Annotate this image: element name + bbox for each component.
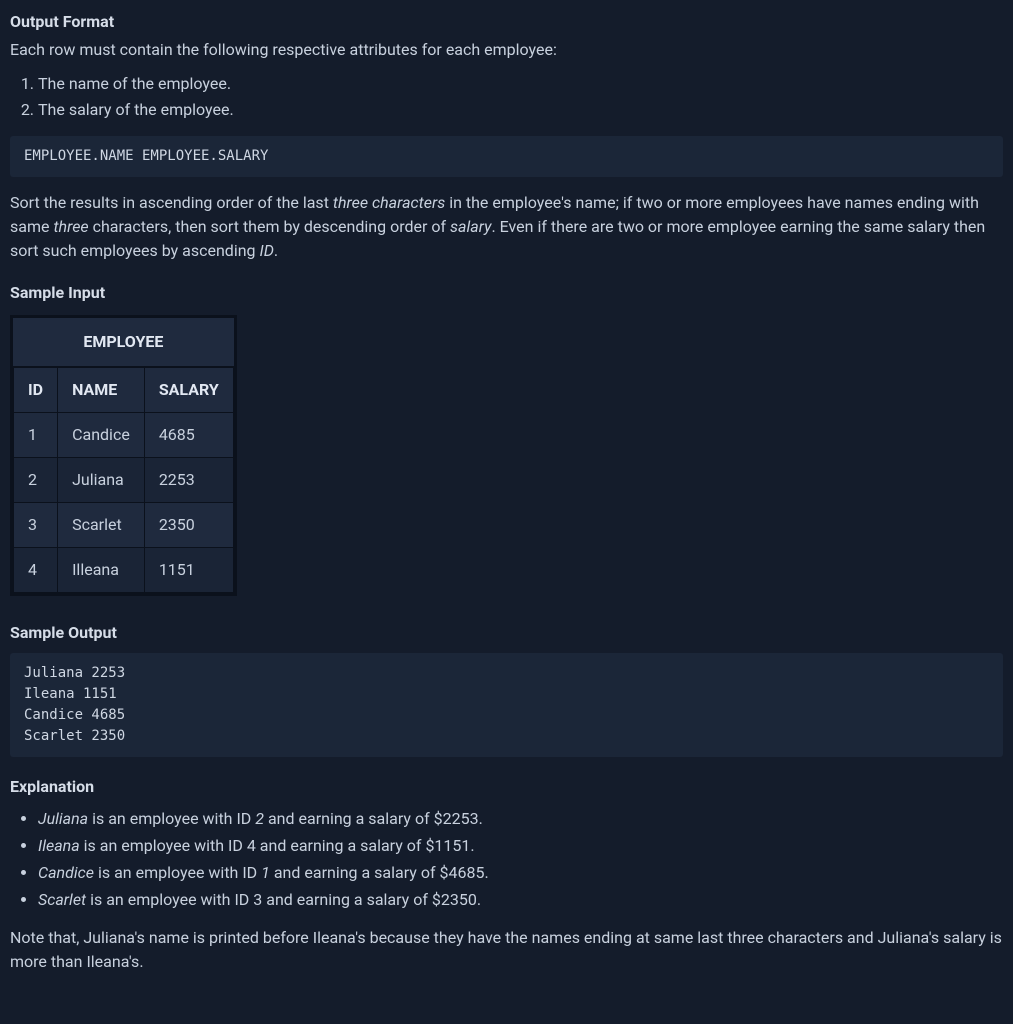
heading-sample-input: Sample Input: [10, 281, 1003, 305]
table-row: 4 Illeana 1151: [14, 548, 234, 593]
id-italic: 2: [255, 809, 264, 828]
heading-explanation: Explanation: [10, 775, 1003, 799]
italic-text: salary: [450, 217, 491, 236]
table-row: 2 Juliana 2253: [14, 458, 234, 503]
cell-salary: 2253: [144, 458, 233, 503]
employee-name-italic: Ileana: [38, 836, 80, 855]
list-item: Candice is an employee with ID 1 and ear…: [38, 861, 1003, 885]
table-body: 1 Candice 4685 2 Juliana 2253 3 Scarlet …: [14, 413, 234, 593]
list-item: Scarlet is an employee with ID 3 and ear…: [38, 888, 1003, 912]
cell-name: Illeana: [58, 548, 145, 593]
table-caption: EMPLOYEE: [13, 318, 234, 367]
table-row: 1 Candice 4685: [14, 413, 234, 458]
employee-name-italic: Candice: [38, 863, 94, 882]
cell-name: Scarlet: [58, 503, 145, 548]
output-format-code: EMPLOYEE.NAME EMPLOYEE.SALARY: [10, 136, 1003, 177]
output-format-intro: Each row must contain the following resp…: [10, 38, 1003, 62]
table-row: 3 Scarlet 2350: [14, 503, 234, 548]
text: is an employee with ID 3 and earning a s…: [86, 890, 481, 909]
text: and earning a salary of $4685.: [270, 863, 489, 882]
employee-name-italic: Scarlet: [38, 890, 86, 909]
italic-text: three: [53, 217, 88, 236]
col-id: ID: [14, 368, 58, 413]
cell-salary: 1151: [144, 548, 233, 593]
col-salary: SALARY: [144, 368, 233, 413]
sort-instructions: Sort the results in ascending order of t…: [10, 191, 1003, 263]
cell-name: Juliana: [58, 458, 145, 503]
table-header-row: ID NAME SALARY: [14, 368, 234, 413]
text: is an employee with ID: [88, 809, 255, 828]
cell-salary: 4685: [144, 413, 233, 458]
text: .: [274, 241, 278, 260]
employee-table: EMPLOYEE ID NAME SALARY 1 Candice 4685 2…: [13, 318, 234, 593]
cell-id: 4: [14, 548, 58, 593]
cell-name: Candice: [58, 413, 145, 458]
id-italic: 1: [261, 863, 270, 882]
heading-output-format: Output Format: [10, 10, 1003, 34]
problem-statement: Output Format Each row must contain the …: [0, 0, 1013, 1004]
sample-output-code: Juliana 2253 Ileana 1151 Candice 4685 Sc…: [10, 653, 1003, 757]
italic-text: three characters: [333, 193, 445, 212]
text: characters, then sort them by descending…: [89, 217, 450, 236]
list-item: Ileana is an employee with ID 4 and earn…: [38, 834, 1003, 858]
cell-id: 3: [14, 503, 58, 548]
employee-name-italic: Juliana: [38, 809, 88, 828]
italic-text: ID: [260, 241, 274, 260]
explanation-list: Juliana is an employee with ID 2 and ear…: [10, 807, 1003, 912]
list-item: The name of the employee.: [38, 72, 1003, 96]
col-name: NAME: [58, 368, 145, 413]
text: is an employee with ID: [94, 863, 261, 882]
explanation-note: Note that, Juliana's name is printed bef…: [10, 926, 1003, 974]
text: is an employee with ID 4 and earning a s…: [80, 836, 475, 855]
cell-id: 1: [14, 413, 58, 458]
output-format-list: The name of the employee. The salary of …: [10, 72, 1003, 122]
cell-salary: 2350: [144, 503, 233, 548]
text: and earning a salary of $2253.: [264, 809, 483, 828]
heading-sample-output: Sample Output: [10, 621, 1003, 645]
employee-table-wrap: EMPLOYEE ID NAME SALARY 1 Candice 4685 2…: [10, 315, 237, 596]
cell-id: 2: [14, 458, 58, 503]
list-item: The salary of the employee.: [38, 98, 1003, 122]
text: Sort the results in ascending order of t…: [10, 193, 333, 212]
list-item: Juliana is an employee with ID 2 and ear…: [38, 807, 1003, 831]
